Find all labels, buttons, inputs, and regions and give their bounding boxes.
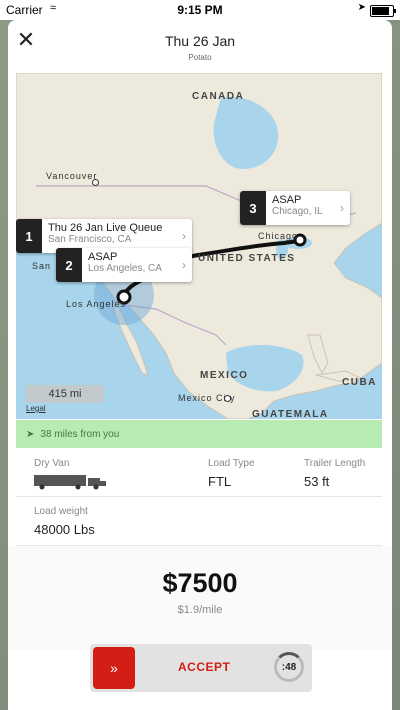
stop-title-3: ASAP [272, 194, 302, 206]
load-weight-label: Load weight [34, 506, 88, 517]
load-type-value: FTL [208, 474, 232, 489]
load-weight-cell: Load weight 48000 Lbs [34, 506, 95, 537]
battery-icon [370, 5, 396, 17]
load-details: Dry Van Load Type FTL Trailer Length 53 … [16, 448, 382, 546]
trailer-length-label: Trailer Length [304, 458, 366, 469]
route-map[interactable]: CANADA UNITED STATES MEXICO CUBA GUATEMA… [16, 73, 382, 419]
stop-number-2: 2 [56, 248, 82, 282]
stop-callout-2[interactable]: 2 ASAP Los Angeles, CA › [56, 248, 192, 282]
load-detail-card: ✕ Thu 26 Jan Potato CANADA UNITED STATES… [8, 20, 392, 710]
pricing-section: $7500 $1.9/mile [8, 546, 392, 650]
location-arrow-icon: ➤ [26, 428, 35, 440]
map-label-vancouver: Vancouver [46, 171, 98, 181]
load-type-label: Load Type [208, 458, 255, 469]
trailer-length-cell: Trailer Length 53 ft [304, 458, 365, 489]
distance-text: 38 miles from you [40, 428, 120, 440]
chevron-right-icon: › [182, 258, 186, 272]
trailer-length-value: 53 ft [304, 474, 330, 489]
equipment-label: Dry Van [34, 458, 70, 469]
slide-handle-button[interactable]: » [93, 647, 135, 689]
distance-banner: ➤ 38 miles from you [16, 420, 382, 448]
stop-location-1: San Francisco, CA [48, 234, 132, 245]
map-label-united-states: UNITED STATES [198, 253, 296, 264]
dry-van-truck-icon [34, 475, 106, 490]
double-chevron-right-icon: » [110, 660, 118, 676]
chevron-right-icon: › [340, 201, 344, 215]
accept-slider[interactable]: » ACCEPT :48 [90, 644, 312, 692]
stop-location-3: Chicago, IL [272, 206, 323, 217]
clock: 9:15 PM [177, 3, 223, 17]
page-title: Thu 26 Jan [164, 33, 236, 49]
city-dot-vancouver [92, 179, 99, 186]
accept-label: ACCEPT [178, 660, 231, 674]
location-services-icon: ➤ [357, 2, 366, 13]
page-subtitle: Potato [188, 53, 212, 62]
map-label-canada: CANADA [192, 91, 245, 102]
map-label-cuba: CUBA [342, 377, 377, 388]
map-label-los-angeles: Los Angeles [66, 299, 127, 309]
map-label-san: San [32, 261, 52, 271]
equipment-cell: Dry Van [34, 458, 69, 469]
map-legal-link[interactable]: Legal [26, 404, 46, 413]
stop-title-2: ASAP [88, 251, 118, 263]
load-type-cell: Load Type FTL [208, 458, 255, 489]
map-label-mexico: MEXICO [200, 370, 249, 381]
stop-number-1: 1 [16, 219, 42, 253]
stop-callout-3[interactable]: 3 ASAP Chicago, IL › [240, 191, 350, 225]
map-scale: 415 mi [26, 385, 104, 403]
map-label-guatemala: GUATEMALA [252, 409, 329, 419]
price-per-mile: $1.9/mile [177, 604, 223, 616]
map-label-chicago: Chicago [258, 231, 299, 241]
countdown-timer: :48 [274, 652, 304, 682]
city-dot-mexico-city [224, 395, 231, 402]
load-weight-value: 48000 Lbs [34, 522, 95, 537]
status-bar: Carrier ≈ 9:15 PM ➤ [0, 0, 400, 20]
stop-title-1: Thu 26 Jan Live Queue [48, 222, 163, 234]
divider [16, 496, 382, 497]
price: $7500 [162, 568, 238, 598]
stop-location-2: Los Angeles, CA [88, 263, 162, 274]
stop-number-3: 3 [240, 191, 266, 225]
